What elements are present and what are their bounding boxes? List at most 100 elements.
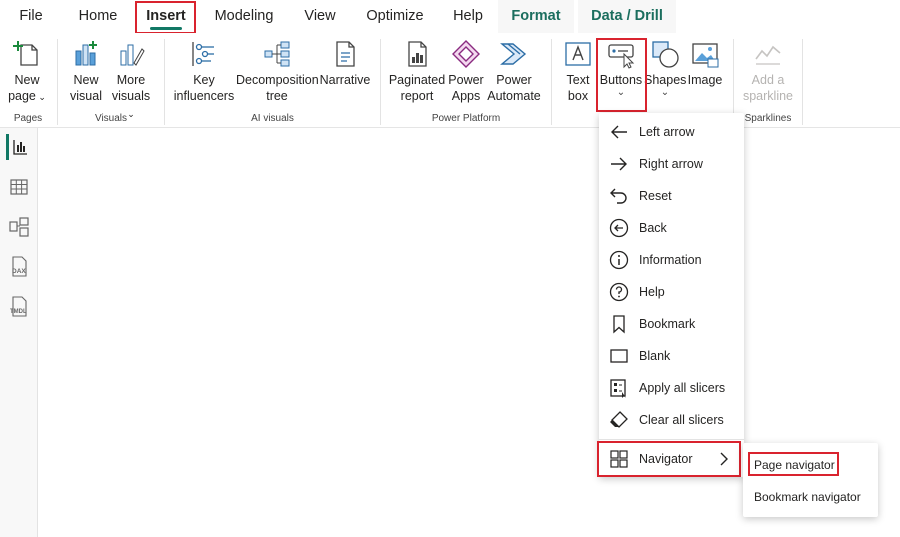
menu-label: Reset (639, 189, 672, 203)
add-sparkline-label-1: Add a (751, 73, 785, 87)
menu-item-reset[interactable]: Reset (599, 180, 744, 212)
menu-item-information[interactable]: Information (599, 244, 744, 276)
menu-item-bookmark[interactable]: Bookmark (599, 308, 744, 340)
dax-query-view-icon[interactable]: DAX (6, 254, 32, 280)
tab-modeling[interactable]: Modeling (206, 0, 282, 33)
paginated-report-label-2: report (400, 89, 434, 103)
navigator-grid-icon (610, 450, 628, 468)
more-visuals-icon (120, 44, 145, 66)
narrative-button[interactable]: Narrative (318, 39, 372, 117)
tab-data-drill[interactable]: Data / Drill (578, 0, 676, 33)
navigator-submenu: Page navigator Bookmark navigator (743, 443, 878, 517)
bookmark-navigator-item[interactable]: Bookmark navigator (754, 490, 861, 504)
power-automate-label-1: Power (496, 73, 532, 87)
power-apps-label-2: Apps (451, 89, 481, 103)
text-box-label-1: Text (566, 73, 590, 87)
insert-ribbon: New page ⌄ Pages New visual More visuals… (0, 33, 900, 128)
view-rail: DAX TMDL (0, 128, 38, 537)
group-label-pages: Pages (13, 113, 43, 124)
new-visual-label-1: New (73, 73, 99, 87)
arrow-right-icon (611, 157, 627, 171)
decomposition-tree-icon (264, 41, 290, 67)
menu-label: Clear all slicers (639, 413, 724, 427)
menu-label: Back (639, 221, 667, 235)
text-box-button[interactable]: Text box (558, 39, 598, 117)
image-label: Image (687, 73, 723, 87)
new-page-button[interactable]: New page ⌄ (4, 39, 50, 117)
new-page-label-2: page (8, 89, 36, 103)
new-visual-button[interactable]: New visual (64, 39, 108, 117)
decomposition-tree-label-2: tree (266, 89, 288, 103)
decomposition-tree-button[interactable]: Decomposition tree (236, 39, 319, 117)
menu-item-right-arrow[interactable]: Right arrow (599, 148, 744, 180)
image-icon (692, 43, 719, 68)
menu-divider (599, 439, 744, 440)
group-divider (551, 39, 552, 125)
power-apps-button[interactable]: Power Apps (446, 39, 486, 117)
tab-help[interactable]: Help (446, 0, 490, 33)
tmdl-label: TMDL (10, 309, 27, 315)
page-navigator-item[interactable]: Page navigator (754, 458, 835, 472)
narrative-icon (336, 41, 355, 67)
key-influencers-button[interactable]: Key influencers (172, 39, 236, 117)
info-icon (609, 250, 629, 270)
paginated-report-button[interactable]: Paginated report (388, 39, 446, 117)
menu-item-back[interactable]: Back (599, 212, 744, 244)
menu-item-apply-all-slicers[interactable]: Apply all slicers (599, 372, 744, 404)
text-box-icon (565, 42, 591, 66)
chevron-down-icon: ⌄ (660, 87, 670, 98)
tab-view[interactable]: View (296, 0, 344, 33)
new-page-icon (13, 41, 38, 66)
menu-label: Right arrow (639, 157, 703, 171)
power-bi-window: File Home Insert Modeling View Optimize … (0, 0, 900, 537)
tab-insert-label: Insert (146, 8, 186, 24)
add-sparkline-button[interactable]: Add a sparkline (740, 39, 796, 117)
menu-item-clear-all-slicers[interactable]: Clear all slicers (599, 404, 744, 436)
model-view-icon[interactable] (6, 214, 32, 240)
image-button[interactable]: Image (686, 39, 724, 117)
add-sparkline-label-2: sparkline (742, 89, 794, 103)
bookmark-icon (613, 315, 625, 334)
decomposition-tree-label-1: Decomposition (236, 73, 319, 87)
more-visuals-button[interactable]: More visuals ⌄ (108, 39, 154, 119)
menu-label: Help (639, 285, 665, 299)
menu-item-blank[interactable]: Blank (599, 340, 744, 372)
menu-label: Bookmark (639, 317, 696, 331)
blank-icon (610, 349, 628, 363)
buttons-menu: Left arrow Right arrow Reset Back Inform… (599, 113, 744, 477)
menu-item-left-arrow[interactable]: Left arrow (599, 116, 744, 148)
buttons-dropdown-button[interactable]: Buttons ⌄ (598, 39, 644, 117)
active-tab-underline (150, 27, 182, 30)
key-influencers-label-2: influencers (173, 89, 235, 103)
menu-item-help[interactable]: Help (599, 276, 744, 308)
key-influencers-icon (192, 42, 214, 66)
tab-optimize[interactable]: Optimize (358, 0, 432, 33)
power-automate-button[interactable]: Power Automate (486, 39, 542, 117)
menu-label: Information (639, 253, 702, 267)
group-divider (802, 39, 803, 125)
menu-item-navigator[interactable]: Navigator (599, 443, 744, 475)
help-icon (609, 282, 629, 302)
paginated-report-label-1: Paginated (388, 73, 446, 87)
dax-label: DAX (12, 268, 26, 275)
group-label-ai-visuals: AI visuals (251, 113, 294, 124)
new-page-label-1: New (14, 73, 40, 87)
chevron-down-icon: ⌄ (616, 87, 626, 98)
menu-label: Navigator (639, 452, 693, 466)
power-apps-label-1: Power (448, 73, 484, 87)
report-view-icon[interactable] (6, 134, 32, 160)
tab-insert[interactable]: Insert (138, 0, 194, 33)
table-view-icon[interactable] (6, 174, 32, 200)
ribbon-tab-bar: File Home Insert Modeling View Optimize … (0, 0, 900, 33)
more-visuals-label-2: visuals (111, 89, 151, 103)
tmdl-view-icon[interactable]: TMDL (6, 294, 32, 320)
power-automate-label-2: Automate (487, 89, 541, 103)
text-box-label-2: box (567, 89, 589, 103)
tab-home[interactable]: Home (70, 0, 126, 33)
paginated-report-icon (408, 41, 427, 67)
tab-format[interactable]: Format (498, 0, 574, 33)
more-visuals-label-1: More (116, 73, 146, 87)
tab-file[interactable]: File (8, 0, 54, 33)
back-circle-icon (609, 218, 629, 238)
shapes-button[interactable]: Shapes ⌄ (644, 39, 686, 117)
